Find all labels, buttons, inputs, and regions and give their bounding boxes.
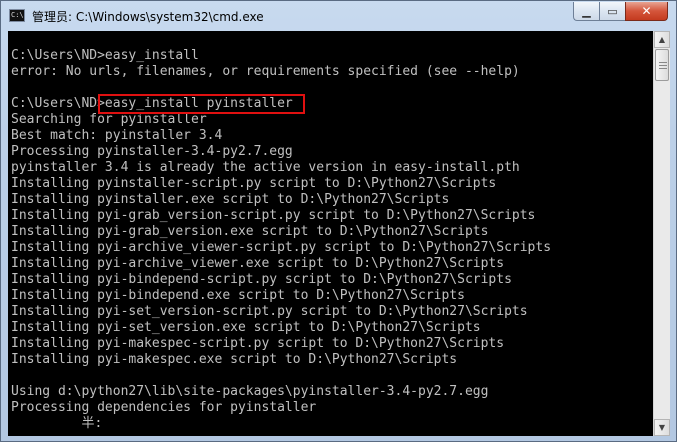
console-line: Processing pyinstaller-3.4-py2.7.egg	[11, 144, 293, 159]
console-line: Installing pyi-bindepend-script.py scrip…	[11, 272, 512, 287]
console-line: error: No urls, filenames, or requiremen…	[11, 64, 520, 79]
console-line: Searching for pyinstaller	[11, 112, 207, 127]
console-line: Installing pyi-archive_viewer-script.py …	[11, 240, 552, 255]
console-line: Installing pyi-archive_viewer.exe script…	[11, 256, 505, 271]
vertical-scrollbar[interactable]: ▲ ▼	[653, 31, 670, 436]
scroll-thumb[interactable]	[655, 49, 669, 81]
console-output[interactable]: C:\Users\ND>easy_install error: No urls, …	[8, 31, 653, 436]
console-line: Installing pyi-grab_version-script.py sc…	[11, 208, 536, 223]
window-controls: ▁ ▭ ✕	[573, 2, 668, 21]
grip-line	[659, 65, 667, 66]
console-line: Installing pyinstaller-script.py script …	[11, 176, 497, 191]
console-line: Best match: pyinstaller 3.4	[11, 128, 223, 143]
close-icon: ✕	[641, 4, 652, 18]
minimize-button[interactable]: ▁	[573, 2, 599, 21]
cmd-icon[interactable]: C:\	[9, 9, 25, 22]
console-line: 半:	[11, 416, 103, 431]
maximize-button[interactable]: ▭	[599, 2, 625, 21]
window-title: 管理员: C:\Windows\system32\cmd.exe	[32, 10, 264, 24]
command-highlight-box	[98, 94, 305, 114]
scroll-down-button[interactable]: ▼	[654, 419, 670, 436]
title-bar[interactable]: C:\ 管理员: C:\Windows\system32\cmd.exe ▁ ▭…	[1, 1, 676, 31]
maximize-icon: ▭	[607, 4, 618, 18]
minimize-icon: ▁	[582, 4, 591, 18]
arrow-up-icon: ▲	[658, 35, 666, 44]
console-line: Installing pyi-set_version.exe script to…	[11, 320, 481, 335]
console-line: Installing pyi-makespec-script.py script…	[11, 336, 505, 351]
cmd-window: C:\ 管理员: C:\Windows\system32\cmd.exe ▁ ▭…	[0, 0, 677, 442]
console-line: pyinstaller 3.4 is already the active ve…	[11, 160, 520, 175]
console-line: Installing pyi-set_version-script.py scr…	[11, 304, 528, 319]
console-line: Installing pyi-makespec.exe script to D:…	[11, 352, 458, 367]
console-line: Using d:\python27\lib\site-packages\pyin…	[11, 384, 489, 399]
arrow-down-icon: ▼	[658, 423, 666, 432]
console-line: Processing dependencies for pyinstaller	[11, 400, 317, 415]
close-button[interactable]: ✕	[625, 2, 668, 21]
console-line: Installing pyi-grab_version.exe script t…	[11, 224, 489, 239]
grip-line	[659, 68, 667, 69]
console-line: Installing pyinstaller.exe script to D:\…	[11, 192, 450, 207]
scroll-up-button[interactable]: ▲	[654, 31, 670, 48]
console-line: C:\Users\ND>easy_install	[11, 48, 199, 63]
grip-line	[659, 62, 667, 63]
console-line: Installing pyi-bindepend.exe script to D…	[11, 288, 465, 303]
